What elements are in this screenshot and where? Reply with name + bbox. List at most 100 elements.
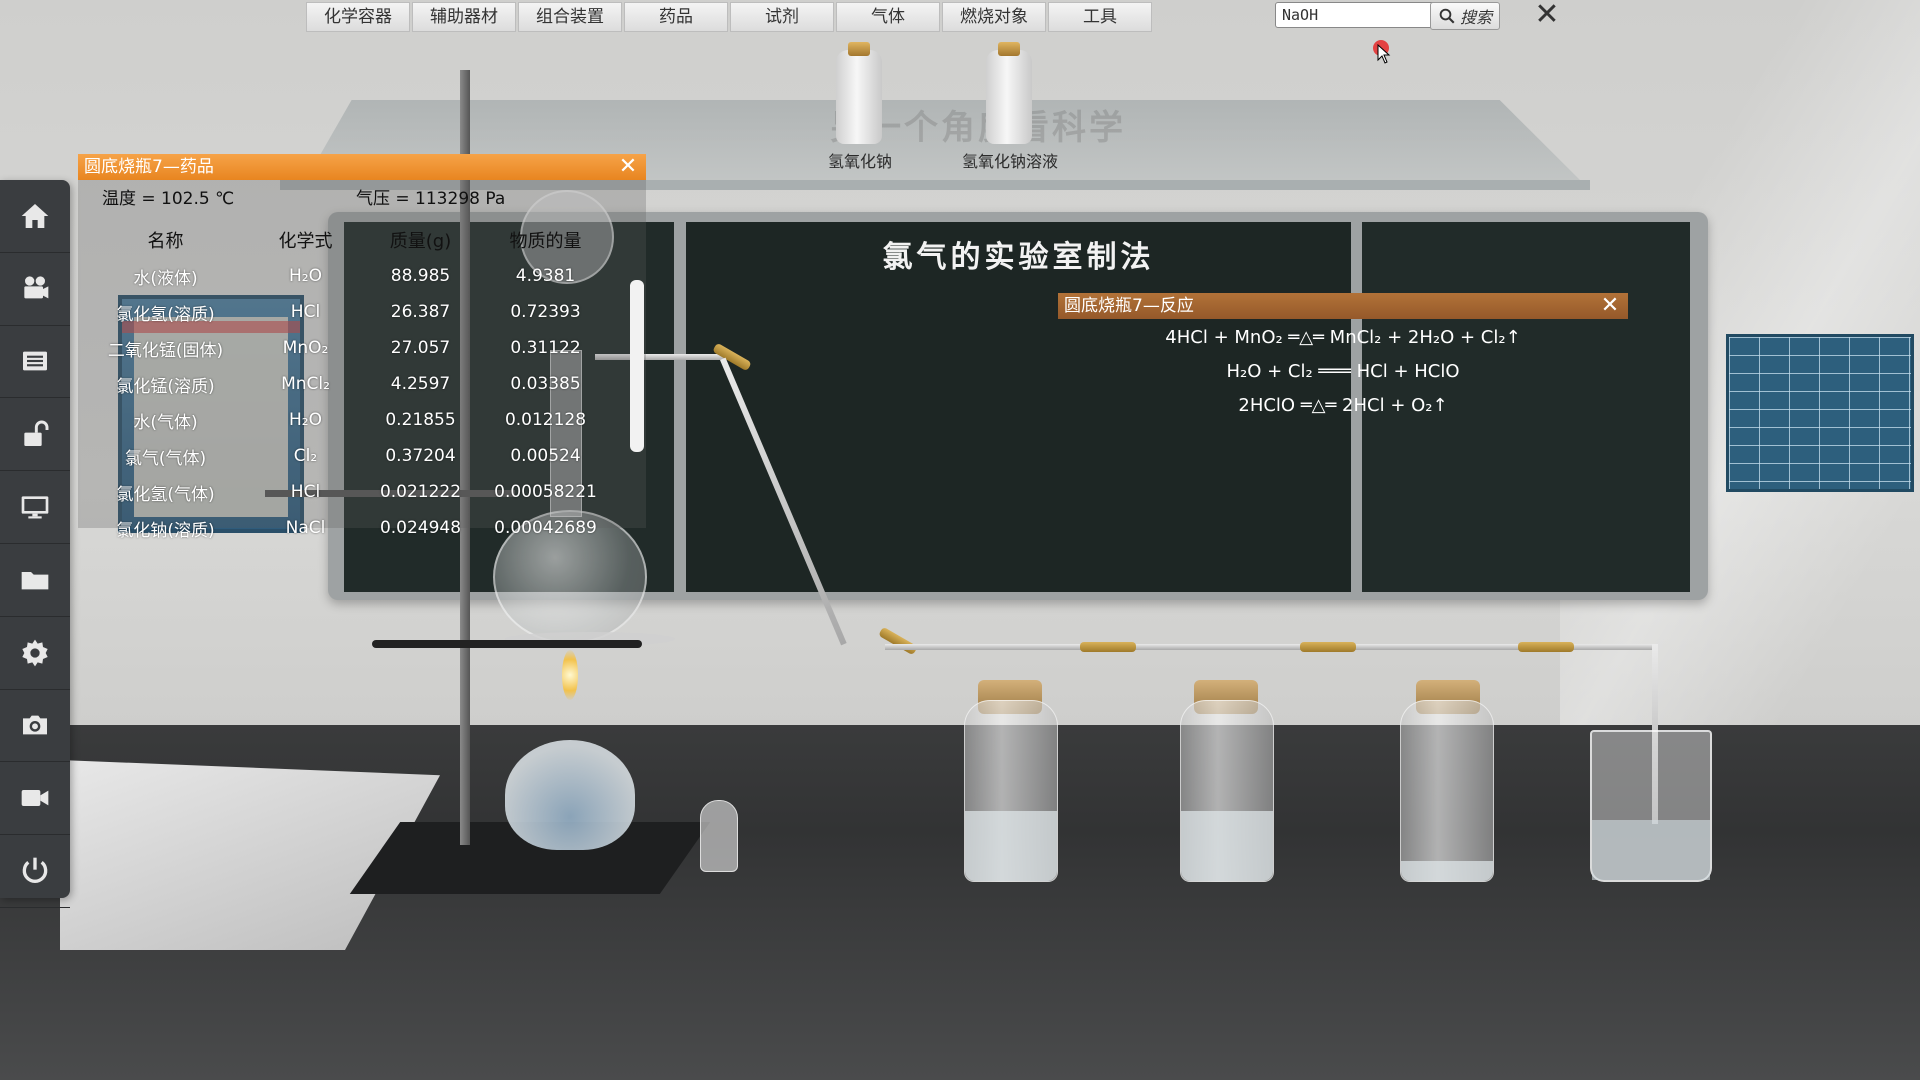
- rubber-joint: [1518, 642, 1574, 652]
- list-icon: [23, 352, 47, 371]
- formula: HCl: [290, 482, 321, 502]
- alcohol-lamp[interactable]: [505, 740, 635, 850]
- scrollbar[interactable]: [630, 280, 644, 452]
- table-row[interactable]: 水(液体) H₂O 88.985 4.9381: [78, 258, 608, 294]
- formula: H₂O: [289, 410, 322, 430]
- table-row[interactable]: 水(气体) H₂O 0.21855 0.012128: [78, 402, 608, 438]
- wall-periodic-table: [1726, 334, 1914, 492]
- reaction-panel-title: 圆底烧瓶7—反应: [1064, 296, 1194, 316]
- search-button-label: 搜索: [1459, 8, 1492, 27]
- naoh-solid-bottle[interactable]: [836, 42, 882, 144]
- moles: 0.00524: [510, 446, 581, 466]
- table-row[interactable]: 二氧化锰(固体) MnO₂ 27.057 0.31122: [78, 330, 608, 366]
- close-icon[interactable]: ✕: [1598, 293, 1622, 319]
- moles: 0.31122: [510, 338, 581, 358]
- folder-icon: [21, 571, 49, 590]
- monitor-icon: [21, 496, 49, 519]
- close-icon[interactable]: ✕: [616, 154, 640, 180]
- moles: 0.012128: [504, 410, 587, 430]
- rubber-joint: [878, 626, 918, 656]
- moles: 0.72393: [510, 302, 581, 322]
- sidebar: [0, 180, 70, 908]
- mass: 0.021222: [379, 482, 462, 502]
- mass: 27.057: [390, 338, 451, 358]
- reagent-label: 氢氧化钠溶液: [961, 152, 1058, 171]
- ring-clamp[interactable]: [372, 640, 642, 648]
- mass: 0.024948: [379, 518, 462, 538]
- list-button[interactable]: [0, 326, 70, 399]
- home-icon: [21, 203, 49, 228]
- menu-gases[interactable]: 气体: [836, 2, 940, 32]
- moles: 0.00058221: [494, 482, 597, 502]
- menu-combustion-objects[interactable]: 燃烧对象: [942, 2, 1046, 32]
- menu-combined-apparatus[interactable]: 组合装置: [518, 2, 622, 32]
- record-button[interactable]: [0, 762, 70, 836]
- lamp-cap[interactable]: [700, 800, 738, 872]
- folder-button[interactable]: [0, 544, 70, 617]
- display-button[interactable]: [0, 471, 70, 544]
- menu-auxiliary-equipment[interactable]: 辅助器材: [412, 2, 516, 32]
- movie-button[interactable]: [0, 253, 70, 326]
- table-row[interactable]: 氯化氢(溶质) HCl 26.387 0.72393: [78, 294, 608, 330]
- menu-tools[interactable]: 工具: [1048, 2, 1152, 32]
- drug-panel: 圆底烧瓶7—药品 ✕ 温度 = 102.5 ℃ 气压 = 113298 Pa 名…: [78, 154, 646, 541]
- substance-name: 二氧化锰(固体): [107, 340, 224, 361]
- mass: 0.21855: [385, 410, 456, 430]
- gas-collecting-bottle[interactable]: [1400, 700, 1494, 882]
- formula: MnCl₂: [281, 374, 330, 394]
- home-button[interactable]: [0, 180, 70, 253]
- search-input[interactable]: [1275, 2, 1435, 28]
- formula: NaCl: [285, 518, 326, 538]
- unlock-button[interactable]: [0, 398, 70, 472]
- naoh-solution-bottle[interactable]: [986, 42, 1032, 144]
- table-row[interactable]: 氯气(气体) Cl₂ 0.37204 0.00524: [78, 438, 608, 474]
- menu-drugs[interactable]: 药品: [624, 2, 728, 32]
- video-icon: [21, 790, 49, 807]
- menu-reagents[interactable]: 试剂: [730, 2, 834, 32]
- rubber-joint: [1300, 642, 1356, 652]
- photo-camera-icon: [23, 716, 47, 735]
- pressure-readout: 气压 = 113298 Pa: [356, 189, 506, 209]
- table-row[interactable]: 氯化钠(溶质) NaCl 0.024948 0.00042689: [78, 510, 608, 546]
- column-header: 名称: [147, 231, 184, 252]
- mass: 88.985: [390, 266, 451, 286]
- substance-name: 水(液体): [133, 268, 198, 289]
- mass: 0.37204: [385, 446, 456, 466]
- rubber-joint: [1080, 642, 1136, 652]
- close-icon[interactable]: ✕: [1532, 0, 1562, 30]
- mass: 4.2597: [390, 374, 451, 394]
- search-icon: [1439, 8, 1455, 24]
- column-header: 化学式: [278, 231, 333, 252]
- reaction-panel-header[interactable]: 圆底烧瓶7—反应 ✕: [1058, 293, 1628, 319]
- power-button[interactable]: [0, 835, 70, 908]
- table-row[interactable]: 氯化锰(溶质) MnCl₂ 4.2597 0.03385: [78, 366, 608, 402]
- power-icon: [22, 857, 48, 884]
- moles: 4.9381: [515, 266, 576, 286]
- moles: 0.00042689: [494, 518, 597, 538]
- table-row[interactable]: 氯化氢(气体) HCl 0.021222 0.00058221: [78, 474, 608, 510]
- unlock-icon: [24, 420, 49, 447]
- moles: 0.03385: [510, 374, 581, 394]
- gas-washing-bottle-2[interactable]: [1180, 700, 1274, 882]
- table-header-row: 名称 化学式 质量(g) 物质的量: [78, 222, 608, 258]
- gas-washing-bottle-1[interactable]: [964, 700, 1058, 882]
- drug-panel-title: 圆底烧瓶7—药品: [84, 157, 214, 177]
- formula: H₂O: [289, 266, 322, 286]
- menu-chemical-containers[interactable]: 化学容器: [306, 2, 410, 32]
- top-menu: 化学容器 辅助器材 组合装置 药品 试剂 气体 燃烧对象 工具: [306, 2, 1152, 32]
- reaction-panel: 圆底烧瓶7—反应 ✕ 4HCl + MnO₂ ═△═ MnCl₂ + 2H₂O …: [1058, 293, 1628, 416]
- settings-button[interactable]: [0, 617, 70, 690]
- camera-reel-icon: [24, 276, 49, 299]
- beaker[interactable]: [1590, 730, 1712, 882]
- temperature-readout: 温度 = 102.5 ℃: [102, 189, 235, 209]
- substance-name: 氯化氢(溶质): [116, 304, 215, 325]
- reagent-label: 氢氧化钠: [827, 152, 892, 171]
- screenshot-button[interactable]: [0, 690, 70, 763]
- search-button[interactable]: 搜索: [1430, 2, 1500, 30]
- formula: Cl₂: [293, 446, 318, 466]
- equation: 4HCl + MnO₂ ═△═ MnCl₂ + 2H₂O + Cl₂↑: [1165, 327, 1521, 348]
- drug-panel-header[interactable]: 圆底烧瓶7—药品 ✕: [78, 154, 646, 180]
- column-header: 质量(g): [389, 231, 452, 252]
- drug-panel-body: 温度 = 102.5 ℃ 气压 = 113298 Pa 名称 化学式 质量(g)…: [78, 180, 646, 541]
- board-title: 氯气的实验室制法: [882, 240, 1155, 275]
